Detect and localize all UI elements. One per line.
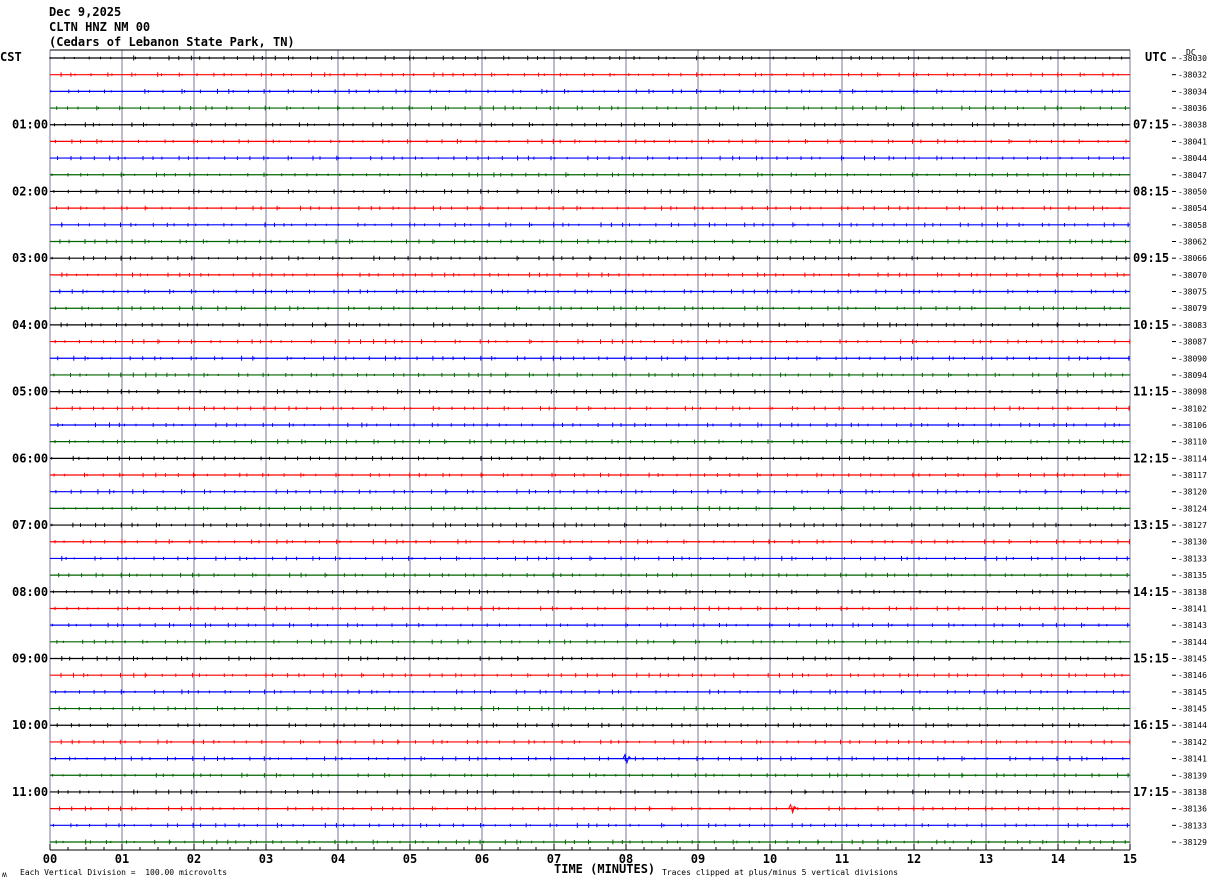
dc-offset-label: -38120: [1178, 488, 1207, 497]
right-hour-label: 14:15: [1133, 585, 1169, 599]
x-axis-label: TIME (MINUTES): [554, 862, 656, 876]
dc-offset-label: -38142: [1178, 738, 1207, 747]
dc-offset-label: -38102: [1178, 404, 1207, 413]
left-hour-label: 11:00: [12, 785, 48, 799]
dc-offset-label: -38114: [1178, 454, 1207, 463]
dc-offset-label: -38050: [1178, 187, 1207, 196]
x-tick-label: 02: [187, 852, 201, 866]
dc-offset-label: -38062: [1178, 237, 1207, 246]
left-hour-label: 05:00: [12, 385, 48, 399]
right-hour-label: 10:15: [1133, 318, 1169, 332]
x-tick-label: 00: [43, 852, 57, 866]
clip-note: Traces clipped at plus/minus 5 vertical …: [662, 868, 899, 877]
dc-offset-label: -38141: [1178, 755, 1207, 764]
dc-offset-label: -38139: [1178, 771, 1207, 780]
right-hour-label: 07:15: [1133, 118, 1169, 132]
dc-offset-label: -38110: [1178, 438, 1207, 447]
dc-offset-label: -38117: [1178, 471, 1207, 480]
dc-offset-label: -38136: [1178, 805, 1207, 814]
left-hour-label: 02:00: [12, 184, 48, 198]
x-tick-label: 12: [907, 852, 921, 866]
dc-offset-label: -38036: [1178, 104, 1207, 113]
logo-mark: ʍ: [2, 870, 7, 879]
dc-offset-label: -38133: [1178, 554, 1207, 563]
x-tick-label: 13: [979, 852, 993, 866]
x-tick-label: 15: [1123, 852, 1137, 866]
dc-offset-label: -38044: [1178, 154, 1207, 163]
dc-offset-label: -38133: [1178, 821, 1207, 830]
x-tick-label: 11: [835, 852, 849, 866]
dc-offset-label: -38124: [1178, 504, 1207, 513]
left-hour-label: 07:00: [12, 518, 48, 532]
scale-note: Each Vertical Division = 100.00 microvol…: [20, 868, 228, 877]
dc-offset-label: -38144: [1178, 638, 1207, 647]
dc-offset-label: -38030: [1178, 54, 1207, 63]
left-hour-label: 09:00: [12, 652, 48, 666]
dc-offset-label: -38146: [1178, 671, 1207, 680]
right-hour-label: 17:15: [1133, 785, 1169, 799]
dc-offset-label: -38066: [1178, 254, 1207, 263]
dc-offset-label: -38127: [1178, 521, 1207, 530]
left-hour-label: 04:00: [12, 318, 48, 332]
dc-offset-label: -38032: [1178, 71, 1207, 80]
dc-offset-label: -38145: [1178, 705, 1207, 714]
dc-offset-label: -38141: [1178, 604, 1207, 613]
dc-offset-label: -38138: [1178, 588, 1207, 597]
dc-offset-label: -38075: [1178, 288, 1207, 297]
right-hour-label: 08:15: [1133, 184, 1169, 198]
x-tick-label: 04: [331, 852, 345, 866]
x-tick-label: 14: [1051, 852, 1065, 866]
dc-offset-label: -38143: [1178, 621, 1207, 630]
dc-offset-label: -38058: [1178, 221, 1207, 230]
dc-offset-label: -38047: [1178, 171, 1207, 180]
left-hour-label: 08:00: [12, 585, 48, 599]
helicorder-plot: -38030 -38032 -38034 -38036 -38038 -38041 -380…: [12, 49, 1207, 866]
dc-offset-label: -38106: [1178, 421, 1207, 430]
left-hour-label: 06:00: [12, 451, 48, 465]
dc-offset-label: -38079: [1178, 304, 1207, 313]
dc-offset-label: -38129: [1178, 838, 1207, 847]
dc-offset-label: -38145: [1178, 655, 1207, 664]
right-hour-label: 13:15: [1133, 518, 1169, 532]
dc-offset-label: -38138: [1178, 788, 1207, 797]
dc-offset-label: -38034: [1178, 87, 1207, 96]
dc-offset-label: -38070: [1178, 271, 1207, 280]
dc-offset-label: -38130: [1178, 538, 1207, 547]
dc-offset-label: -38145: [1178, 688, 1207, 697]
x-tick-label: 01: [115, 852, 129, 866]
dc-offset-label: -38054: [1178, 204, 1207, 213]
right-hour-label: 16:15: [1133, 718, 1169, 732]
x-tick-label: 09: [691, 852, 705, 866]
right-hour-label: 12:15: [1133, 451, 1169, 465]
left-hour-label: 01:00: [12, 118, 48, 132]
left-hour-label: 03:00: [12, 251, 48, 265]
x-tick-label: 03: [259, 852, 273, 866]
dc-offset-label: -38038: [1178, 121, 1207, 130]
right-hour-label: 11:15: [1133, 385, 1169, 399]
dc-offset-label: -38094: [1178, 371, 1207, 380]
dc-offset-label: -38090: [1178, 354, 1207, 363]
right-hour-label: 09:15: [1133, 251, 1169, 265]
left-hour-label: 10:00: [12, 718, 48, 732]
x-tick-label: 06: [475, 852, 489, 866]
dc-offset-label: -38083: [1178, 321, 1207, 330]
dc-offset-label: -38098: [1178, 388, 1207, 397]
right-hour-label: 15:15: [1133, 652, 1169, 666]
x-tick-label: 10: [763, 852, 777, 866]
dc-offset-label: -38144: [1178, 721, 1207, 730]
x-tick-label: 05: [403, 852, 417, 866]
dc-offset-label: -38087: [1178, 338, 1207, 347]
dc-offset-label: -38135: [1178, 571, 1207, 580]
dc-offset-label: -38041: [1178, 137, 1207, 146]
